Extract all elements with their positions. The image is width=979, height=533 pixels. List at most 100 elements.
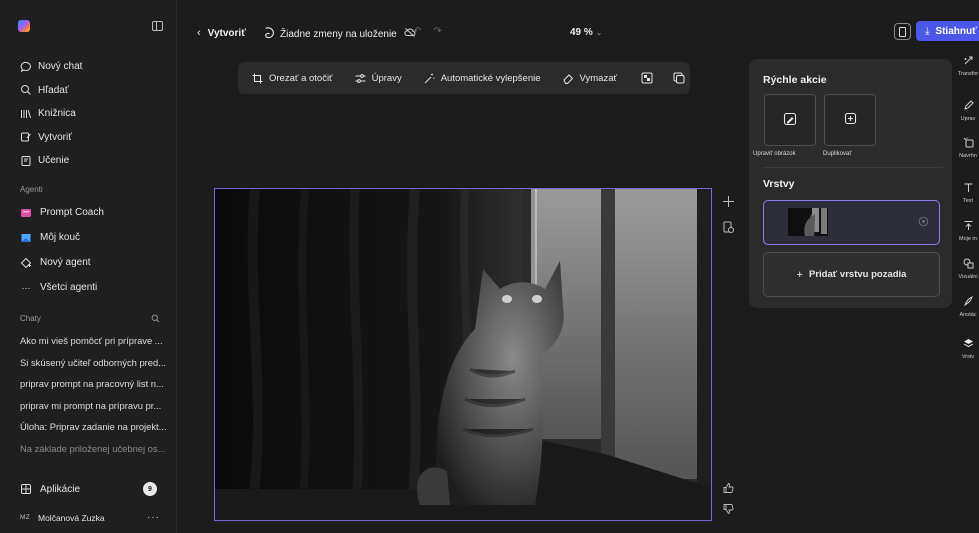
image-copy-icon[interactable]	[673, 72, 685, 84]
prompt-coach-icon	[20, 207, 32, 219]
layer-item-selected[interactable]	[763, 200, 940, 245]
redo-icon[interactable]: ↷	[433, 26, 441, 37]
more-dots-icon: ···	[21, 282, 31, 293]
transform-icon	[963, 55, 974, 69]
sidebar-toggle-icon[interactable]	[152, 21, 163, 31]
plus-icon: +	[796, 268, 803, 281]
feedback-tools	[722, 482, 734, 518]
sidebar: Nový chat Hľadať Knižnica Vytvoriť Učeni…	[0, 0, 177, 533]
chat-search-icon[interactable]	[151, 314, 160, 325]
agent-item-all-agents[interactable]: ··· Všetci agenti	[0, 275, 177, 300]
rail-item-my-media[interactable]: Moje m	[955, 220, 979, 242]
zoom-value: 49 %	[570, 27, 593, 38]
edit-image-button[interactable]	[764, 94, 816, 146]
duplicate-icon	[844, 112, 857, 128]
apps-button[interactable]: Aplikácie 9	[20, 479, 157, 499]
user-more-icon[interactable]: ···	[147, 512, 160, 523]
learning-icon	[20, 155, 32, 167]
magic-wand-icon	[424, 73, 435, 84]
top-bar: ‹ Vytvoriť Žiadne zmeny na uloženie ↶ ↷ …	[177, 0, 979, 46]
duplicate-button[interactable]	[824, 94, 876, 146]
rail-item-design[interactable]: Navrhn	[955, 137, 979, 159]
canvas-side-tools	[722, 195, 735, 237]
chat-item[interactable]: Si skúsený učiteľ odborných pred...	[0, 352, 177, 374]
download-button[interactable]: ⤓ Stiahnuť	[916, 21, 979, 41]
erase-button[interactable]: Vymazať	[562, 72, 618, 84]
zoom-dropdown[interactable]: 49 % ⌄	[570, 27, 603, 38]
agent-item-prompt-coach[interactable]: Prompt Coach	[0, 200, 177, 225]
save-status-text: Žiadne zmeny na uloženie	[280, 28, 397, 40]
rail-item-edit[interactable]: Uprav	[955, 100, 979, 122]
sidebar-item-label: Knižnica	[38, 108, 76, 120]
sidebar-item-create[interactable]: Vytvoriť	[0, 126, 177, 150]
device-preview-button[interactable]	[894, 23, 911, 40]
rail-item-annotate[interactable]: Anotác	[955, 296, 979, 318]
crop-rotate-label: Orezať a otočiť	[269, 72, 333, 84]
sidebar-item-new-chat[interactable]: Nový chat	[0, 55, 177, 79]
rail-item-visuals[interactable]: Vizuálni	[955, 258, 979, 280]
quick-actions-title: Rýchle akcie	[763, 74, 827, 86]
rail-item-label: Anotác	[959, 312, 977, 318]
crop-rotate-button[interactable]: Orezať a otočiť	[252, 73, 333, 84]
add-background-layer-button[interactable]: + Pridať vrstvu pozadia	[763, 252, 940, 297]
panel-divider	[763, 167, 943, 168]
agent-item-coach[interactable]: Môj kouč	[0, 225, 177, 250]
sidebar-item-search[interactable]: Hľadať	[0, 79, 177, 103]
tool-rail: Transfor Uprav Navrhn Text Moje m Vizuál…	[955, 55, 979, 375]
auto-enhance-button[interactable]: Automatické vylepšenie	[424, 73, 541, 84]
thumbs-down-icon[interactable]	[722, 503, 734, 518]
chevron-left-icon: ‹	[197, 27, 201, 39]
sidebar-item-library[interactable]: Knižnica	[0, 102, 177, 126]
chat-item[interactable]: Úloha: Priprav zadanie na projekt...	[0, 416, 177, 438]
add-icon[interactable]	[722, 195, 735, 211]
edit-image-icon	[783, 112, 797, 129]
canvas-image[interactable]	[214, 188, 712, 521]
back-button[interactable]: ‹ Vytvoriť	[197, 27, 246, 39]
user-profile[interactable]: MZ Molčanová Zuzka ···	[20, 512, 160, 523]
agent-item-label: Môj kouč	[40, 232, 81, 243]
chat-item[interactable]: priprav prompt na pracovný list n...	[0, 373, 177, 395]
sidebar-item-learning[interactable]: Učenie	[0, 149, 177, 173]
agent-item-label: Prompt Coach	[40, 207, 104, 218]
rail-item-text[interactable]: Text	[955, 182, 979, 204]
layer-thumbnail	[788, 208, 828, 236]
back-label: Vytvoriť	[207, 27, 246, 39]
layers-title: Vrstvy	[763, 178, 795, 190]
cat-photo	[215, 189, 711, 520]
text-icon	[963, 182, 974, 196]
side-panel: Rýchle akcie Upraviť obrázok Duplikovať …	[749, 59, 952, 308]
download-label: Stiahnuť	[935, 25, 977, 37]
design-icon	[963, 137, 974, 151]
new-page-icon[interactable]	[722, 221, 735, 237]
chat-item[interactable]: Na základe priloženej učebnej os...	[0, 438, 177, 460]
apps-grid-icon	[20, 483, 32, 495]
coach-icon	[20, 232, 32, 244]
sidebar-header	[0, 0, 177, 46]
apps-label: Aplikácie	[40, 483, 81, 495]
chat-item[interactable]: Ako mi vieš pomôcť pri príprave ...	[0, 330, 177, 352]
sidebar-item-label: Hľadať	[38, 84, 69, 96]
copilot-logo-icon[interactable]	[18, 20, 30, 32]
erase-label: Vymazať	[579, 72, 618, 84]
agent-item-new-agent[interactable]: Nový agent	[0, 250, 177, 275]
visibility-icon[interactable]	[918, 216, 929, 230]
rail-item-transform[interactable]: Transfor	[955, 55, 979, 77]
pencil-icon	[963, 100, 974, 114]
rail-item-label: Navrhn	[959, 153, 977, 159]
agents-section-label: Agenti	[20, 185, 43, 194]
undo-icon[interactable]: ↶	[413, 26, 421, 37]
agents-list: Prompt Coach Môj kouč Nový agent ··· Vše…	[0, 200, 177, 300]
rail-item-label: Vrstv	[961, 354, 975, 360]
annotate-icon	[963, 296, 974, 310]
adjust-button[interactable]: Úpravy	[355, 73, 402, 84]
chat-bubble-icon	[20, 61, 32, 73]
history-controls: ↶ ↷	[413, 26, 442, 37]
new-agent-icon	[20, 257, 32, 269]
chat-item[interactable]: priprav mi prompt na prípravu pr...	[0, 395, 177, 417]
rail-item-label: Text	[962, 198, 974, 204]
thumbs-up-icon[interactable]	[722, 482, 734, 497]
rail-item-label: Vizuálni	[958, 274, 978, 280]
rail-item-layers[interactable]: Vrstv	[955, 338, 979, 360]
agent-item-label: Všetci agenti	[40, 282, 98, 293]
remove-background-icon[interactable]	[641, 72, 653, 84]
